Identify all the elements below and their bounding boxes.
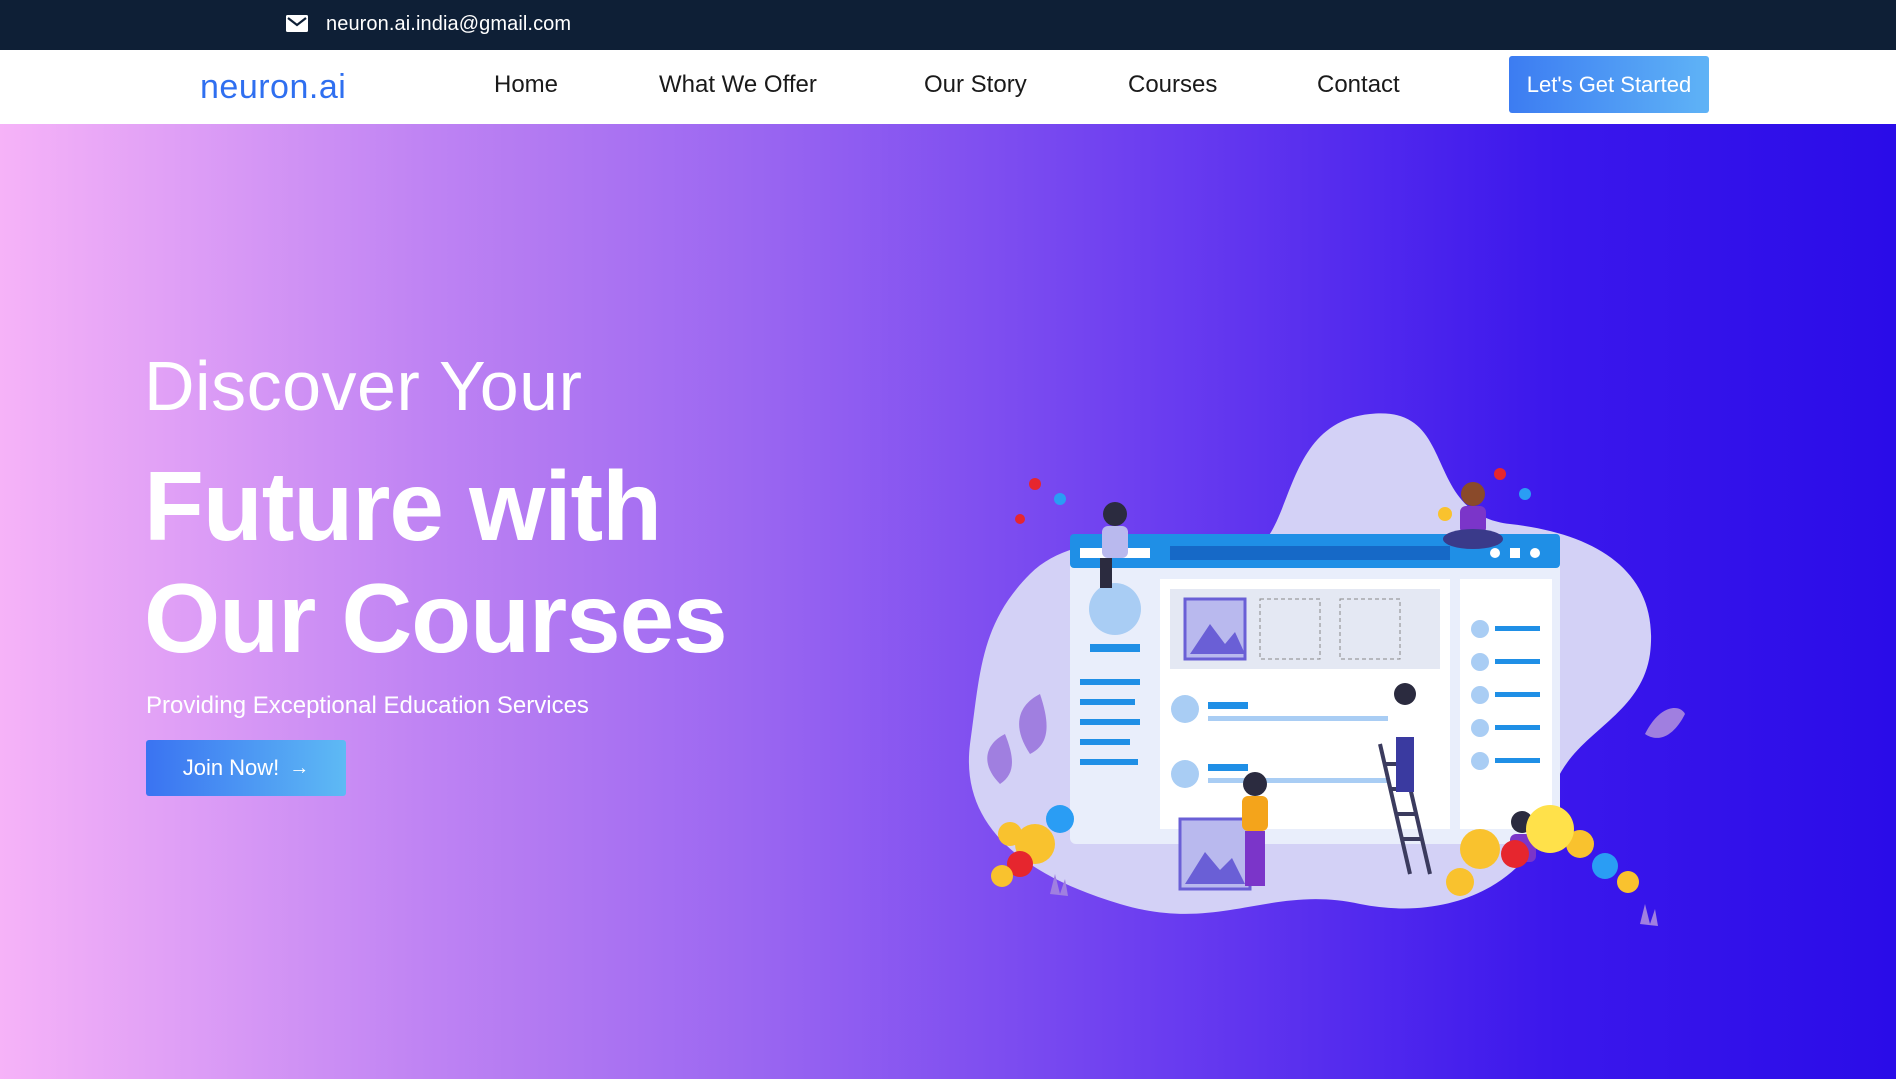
hero-section: Discover Your Future with Our Courses Pr…: [0, 124, 1896, 1079]
hero-heading-line-3: Our Courses: [144, 563, 728, 673]
mail-icon: [286, 15, 308, 32]
logo[interactable]: neuron.ai: [200, 68, 346, 107]
join-now-button[interactable]: Join Now! →: [146, 740, 346, 796]
nav-item-what-we-offer[interactable]: What We Offer: [659, 71, 817, 99]
nav-item-contact[interactable]: Contact: [1317, 71, 1400, 99]
contact-email[interactable]: neuron.ai.india@gmail.com: [326, 13, 571, 36]
hero-illustration: [968, 413, 1685, 926]
hero-heading-line-1: Discover Your: [144, 347, 583, 425]
top-bar: neuron.ai.india@gmail.com: [0, 0, 1896, 50]
nav-item-home[interactable]: Home: [494, 71, 558, 99]
nav-item-courses[interactable]: Courses: [1128, 71, 1217, 99]
get-started-button[interactable]: Let's Get Started: [1509, 56, 1709, 113]
join-now-label: Join Now!: [182, 755, 280, 780]
nav-item-our-story[interactable]: Our Story: [924, 71, 1027, 99]
hero-heading-line-2: Future with: [144, 451, 662, 561]
main-navigation: neuron.ai Home What We Offer Our Story C…: [0, 50, 1896, 124]
arrow-right-icon: →: [289, 756, 310, 779]
hero-subtitle: Providing Exceptional Education Services: [146, 692, 589, 719]
